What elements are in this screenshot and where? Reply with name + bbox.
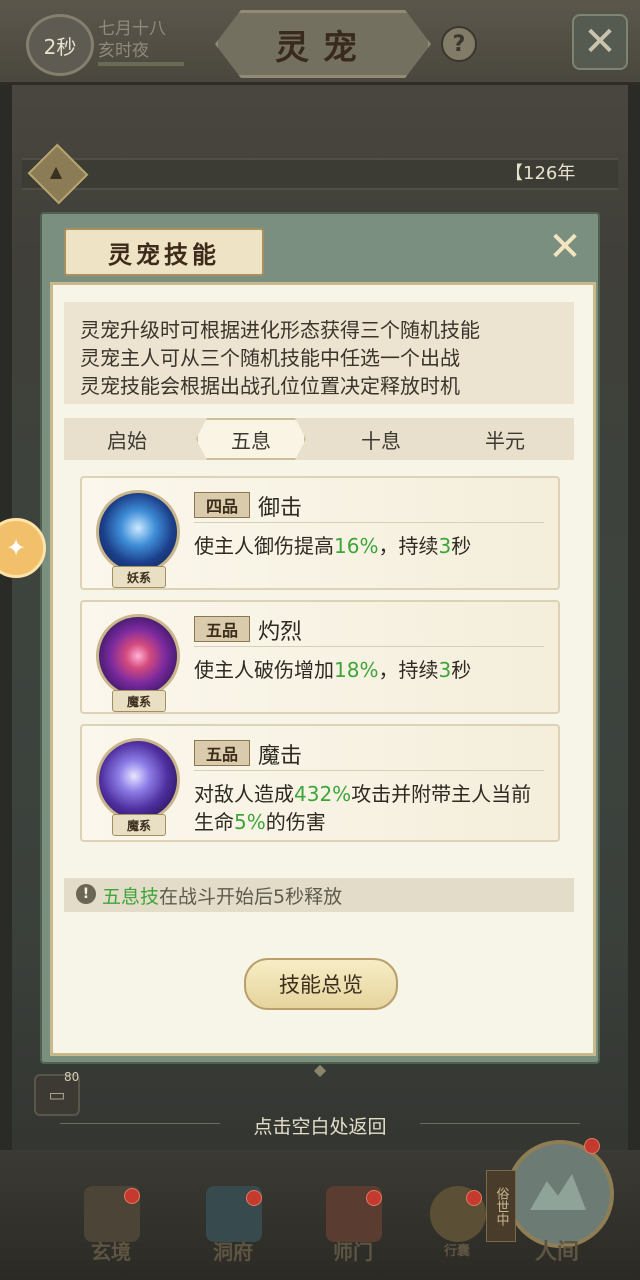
ornament-icon: ◆ [313,1060,327,1079]
page-title: 灵宠 [275,27,371,68]
skill-name: 御击 [258,496,303,521]
nav-item-xuanjing[interactable]: 玄境 [66,1180,156,1276]
timer-badge: 2秒 [26,14,94,76]
purple-dragon-icon [96,738,180,822]
skill-name: 魔击 [258,744,303,769]
close-page-button[interactable]: ✕ [572,14,628,70]
nav-item-shimen[interactable]: 师门 [308,1180,398,1276]
exclamation-icon: ! [76,884,96,904]
description-line: 灵宠主人可从三个随机技能中任选一个出战 [80,346,460,370]
chat-count: 80 [64,1070,80,1084]
close-icon: ✕ [583,19,617,65]
notification-dot [466,1190,482,1206]
chat-icon: ▭ [48,1084,66,1106]
skill-description: 对敌人造成432%攻击并附带主人当前生命5%的伤害 [194,782,532,834]
world-label: 人间 [534,1239,579,1265]
top-header: 2秒 七月十八 亥时夜 灵宠 ? ✕ [0,0,640,85]
description-line: 灵宠技能会根据出战孔位位置决定释放时机 [80,374,460,398]
skill-type-badge: 妖系 [112,566,166,588]
skill-name: 灼烈 [258,620,303,645]
year-label: 【126年 [505,163,576,184]
skill-card[interactable]: 魔系 五品 灼烈 使主人破伤增加18%，持续3秒 [80,600,560,714]
nav-label: 行囊 [443,1244,470,1259]
tab-shixi[interactable]: 十息 [326,418,436,460]
nav-label: 师门 [333,1240,373,1264]
skill-type-badge: 魔系 [112,814,166,836]
skill-grade-badge: 五品 [194,740,250,766]
background-border-right [628,80,640,1150]
tab-banyuan[interactable]: 半元 [450,418,560,460]
note-text: 五息技在战斗开始后5秒释放 [102,886,343,908]
gamepad-icon: ✦ [5,534,27,562]
world-button[interactable] [506,1140,614,1248]
skill-grade-badge: 五品 [194,616,250,642]
close-icon: ✕ [548,224,582,270]
skill-overview-button[interactable]: 技能总览 [244,958,398,1010]
divider [194,770,544,771]
nav-item-dongfu[interactable]: 洞府 [188,1180,278,1276]
modal-close-button[interactable]: ✕ [544,224,586,270]
nav-label: 洞府 [213,1240,253,1264]
return-hint[interactable]: 点击空白处返回 [0,1112,640,1139]
purple-flame-icon [96,614,180,698]
time-of-day: 亥时夜 [98,41,149,61]
notification-dot [246,1190,262,1206]
help-icon[interactable]: ? [441,26,477,62]
notification-dot [124,1188,140,1204]
skill-type-badge: 魔系 [112,690,166,712]
background-border-left [0,80,12,1150]
lock-icon: ▲ [49,161,63,181]
skill-card[interactable]: 妖系 四品 御击 使主人御伤提高16%，持续3秒 [80,476,560,590]
divider [194,522,544,523]
timing-note: ! 五息技在战斗开始后5秒释放 [64,878,574,912]
description-line: 灵宠升级时可根据进化形态获得三个随机技能 [80,318,480,342]
skill-description: 使主人御伤提高16%，持续3秒 [194,534,472,558]
modal-title-plate: 灵宠技能 [64,228,264,276]
page-title-plate: 灵宠 [215,10,431,78]
world-status-tag: 俗世中 [486,1170,516,1242]
notification-dot [584,1138,600,1154]
skill-description: 使主人破伤增加18%，持续3秒 [194,658,472,682]
blue-orb-icon [96,490,180,574]
skill-card[interactable]: 魔系 五品 魔击 对敌人造成432%攻击并附带主人当前生命5%的伤害 [80,724,560,842]
divider [194,646,544,647]
mountain-icon [530,1174,586,1210]
notification-dot [366,1190,382,1206]
tab-qishi[interactable]: 启始 [72,418,182,460]
description-box: 灵宠升级时可根据进化形态获得三个随机技能 灵宠主人可从三个随机技能中任选一个出战… [64,302,574,404]
timing-tabs: 启始 五息 十息 半元 [64,418,574,460]
skill-grade-badge: 四品 [194,492,250,518]
modal-title: 灵宠技能 [108,239,220,269]
nav-label: 玄境 [91,1240,131,1264]
tab-wuxi[interactable]: 五息 [196,418,306,460]
time-progress-bar [98,62,184,66]
